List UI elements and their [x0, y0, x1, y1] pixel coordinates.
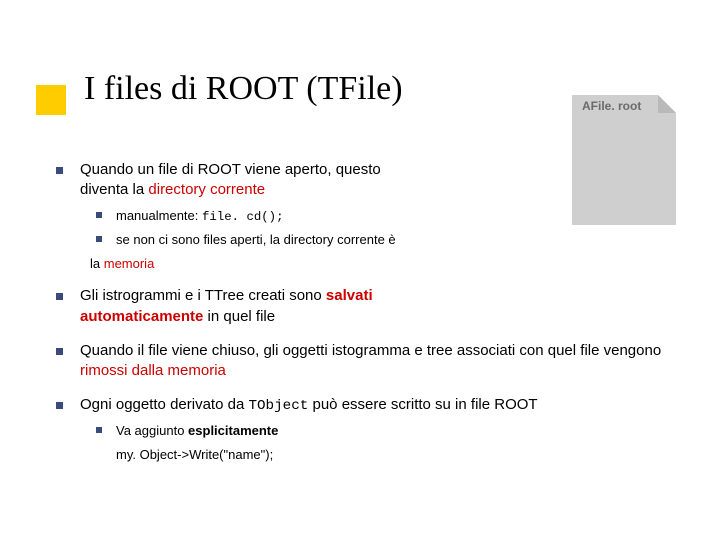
- b4s1-pre: Va aggiunto: [116, 423, 188, 438]
- b1s2: se non ci sono files aperti, la director…: [116, 232, 396, 247]
- bullet-1-sub-1: manualmente: file. cd();: [90, 207, 690, 226]
- b1-trail-red: memoria: [104, 256, 155, 271]
- b4-code: TObject: [248, 398, 308, 414]
- file-icon-label: AFile. root: [582, 99, 641, 113]
- b4s1-bold: esplicitamente: [188, 423, 278, 438]
- slide-body: Quando un file di ROOT viene aperto, que…: [50, 160, 690, 478]
- b1s1-pre: manualmente:: [116, 208, 202, 223]
- bullet-4: Ogni oggetto derivato da TObject può ess…: [50, 395, 690, 463]
- b3-pre: Quando il file viene chiuso, gli oggetti…: [80, 342, 661, 359]
- b2-pre: Gli istrogrammi e i TTree creati sono: [80, 287, 326, 304]
- accent-square: [36, 85, 66, 115]
- b3-red: rimossi dalla memoria: [80, 362, 226, 379]
- bullet-1: Quando un file di ROOT viene aperto, que…: [50, 160, 690, 272]
- slide-title: I files di ROOT (TFile): [84, 70, 403, 108]
- b1-red: directory corrente: [148, 181, 265, 198]
- b4-pre: Ogni oggetto derivato da: [80, 396, 248, 413]
- bullet-1-trailing: la memoria: [90, 255, 690, 273]
- b2-post: in quel file: [203, 308, 275, 325]
- b1s1-code: file. cd();: [202, 210, 283, 224]
- bullet-4-sub-1: Va aggiunto esplicitamente: [90, 422, 690, 440]
- b1-trail-pre: la: [90, 256, 104, 271]
- bullet-3: Quando il file viene chiuso, gli oggetti…: [50, 341, 690, 382]
- bullet-4-codeline: my. Object->Write("name");: [116, 446, 690, 464]
- bullet-1-sub-2: se non ci sono files aperti, la director…: [90, 231, 690, 249]
- bullet-2: Gli istrogrammi e i TTree creati sono sa…: [50, 286, 690, 327]
- b4-post: può essere scritto su in file ROOT: [308, 396, 537, 413]
